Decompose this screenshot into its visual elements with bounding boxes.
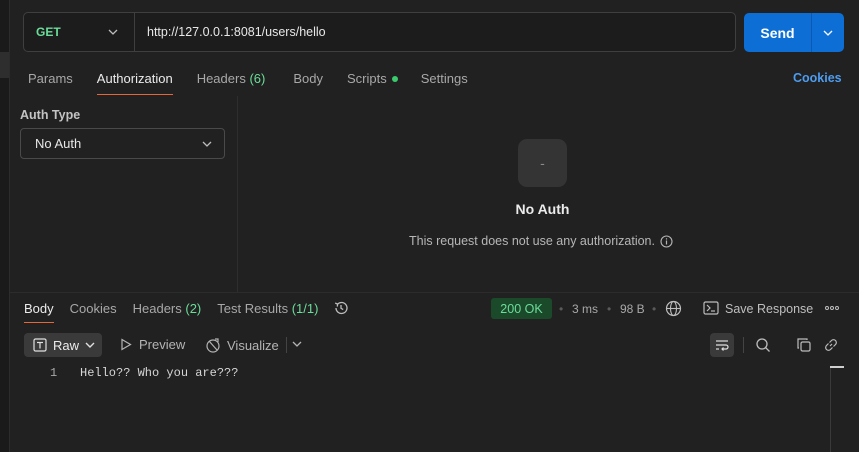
text-format-icon — [33, 338, 47, 352]
response-tab-cookies[interactable]: Cookies — [70, 301, 117, 317]
link-icon[interactable] — [823, 337, 839, 353]
format-select[interactable]: Raw — [24, 333, 102, 357]
chevron-down-icon[interactable] — [292, 339, 302, 349]
meta-separator: • — [559, 302, 564, 316]
send-button-group: Send — [744, 13, 844, 52]
response-tab-headers[interactable]: Headers (2) — [133, 301, 202, 317]
globe-icon[interactable] — [665, 300, 682, 317]
wrap-lines-icon — [716, 340, 729, 351]
tab-body[interactable]: Body — [293, 70, 323, 96]
send-button[interactable]: Send — [744, 13, 812, 52]
no-auth-icon-glyph: - — [540, 155, 545, 171]
save-response-icon — [703, 301, 719, 315]
cookies-link[interactable]: Cookies — [793, 71, 842, 85]
method-select[interactable]: GET — [24, 13, 135, 51]
response-tabs: Body Cookies Headers (2) Test Results (1… — [24, 301, 334, 323]
more-options-icon[interactable] — [824, 301, 840, 315]
play-icon — [121, 338, 132, 351]
toolbar-separator — [743, 337, 744, 353]
visualize-label: Visualize — [227, 337, 279, 353]
response-size[interactable]: 98 B — [620, 302, 645, 316]
response-tab-test-results[interactable]: Test Results (1/1) — [217, 301, 318, 317]
tab-label: Scripts — [346, 71, 387, 86]
no-auth-title: No Auth — [515, 201, 570, 217]
copy-icon[interactable] — [796, 337, 812, 353]
search-icon[interactable] — [755, 337, 771, 353]
auth-type-select[interactable]: No Auth — [20, 128, 225, 159]
toolbar-separator — [286, 337, 287, 353]
chevron-down-icon — [823, 30, 833, 36]
tab-label: Headers — [196, 71, 246, 86]
scrollbar-thumb[interactable] — [830, 366, 844, 368]
no-auth-icon: - — [518, 139, 567, 187]
wrap-lines-button[interactable] — [710, 333, 734, 357]
panel-divider — [237, 96, 238, 292]
auth-type-value: No Auth — [35, 136, 82, 151]
response-body-line[interactable]: 1 Hello?? Who you are??? — [50, 366, 238, 380]
visualize-icon — [206, 338, 220, 353]
chevron-down-icon — [85, 342, 95, 348]
no-auth-description: This request does not use any authorizat… — [409, 234, 673, 248]
status-badge[interactable]: 200 OK — [491, 298, 552, 319]
tab-label: Authorization — [96, 71, 173, 86]
url-input[interactable]: http://127.0.0.1:8081/users/hello — [135, 25, 326, 39]
tab-scripts[interactable]: Scripts — [347, 70, 398, 96]
line-number: 1 — [50, 366, 58, 380]
preview-label: Preview — [139, 337, 186, 352]
headers-count: (6) — [249, 71, 266, 86]
history-icon[interactable] — [333, 300, 349, 316]
tab-label: Cookies — [69, 301, 117, 316]
preview-button[interactable]: Preview — [120, 337, 185, 352]
save-response-button[interactable]: Save Response — [725, 302, 813, 316]
meta-separator: • — [652, 302, 657, 316]
meta-separator: • — [607, 302, 612, 316]
format-label: Raw — [53, 337, 80, 353]
auth-type-label: Auth Type — [20, 108, 81, 122]
left-sidebar-strip — [0, 0, 10, 452]
sidebar-marker — [0, 52, 9, 78]
response-time[interactable]: 3 ms — [572, 302, 598, 316]
response-body-text: Hello?? Who you are??? — [80, 366, 239, 380]
request-tabs: Params Authorization Headers (6) Body Sc… — [28, 70, 492, 96]
tab-headers[interactable]: Headers (6) — [197, 70, 266, 96]
response-headers-count: (2) — [185, 301, 202, 316]
visualize-button[interactable]: Visualize — [205, 337, 279, 353]
tab-label: Body — [293, 71, 323, 86]
chevron-down-icon — [202, 141, 212, 147]
tab-params[interactable]: Params — [28, 70, 73, 96]
method-label: GET — [36, 25, 61, 39]
test-results-count: (1/1) — [291, 301, 319, 316]
no-auth-description-text: This request does not use any authorizat… — [409, 234, 655, 248]
tab-settings[interactable]: Settings — [421, 70, 468, 96]
response-tab-body[interactable]: Body — [24, 301, 54, 323]
tab-label: Test Results — [217, 301, 289, 316]
info-icon[interactable] — [660, 234, 673, 248]
response-divider — [9, 292, 859, 293]
tab-label: Params — [28, 71, 73, 86]
send-options-button[interactable] — [812, 13, 844, 52]
tab-label: Settings — [420, 71, 468, 86]
scrollbar-track[interactable] — [830, 368, 831, 452]
tab-label: Headers — [132, 301, 182, 316]
chevron-down-icon — [108, 29, 118, 35]
request-url-bar: GET http://127.0.0.1:8081/users/hello — [23, 12, 736, 52]
tab-label: Body — [24, 301, 54, 316]
scripts-active-dot — [391, 75, 398, 82]
tab-authorization[interactable]: Authorization — [96, 70, 173, 96]
